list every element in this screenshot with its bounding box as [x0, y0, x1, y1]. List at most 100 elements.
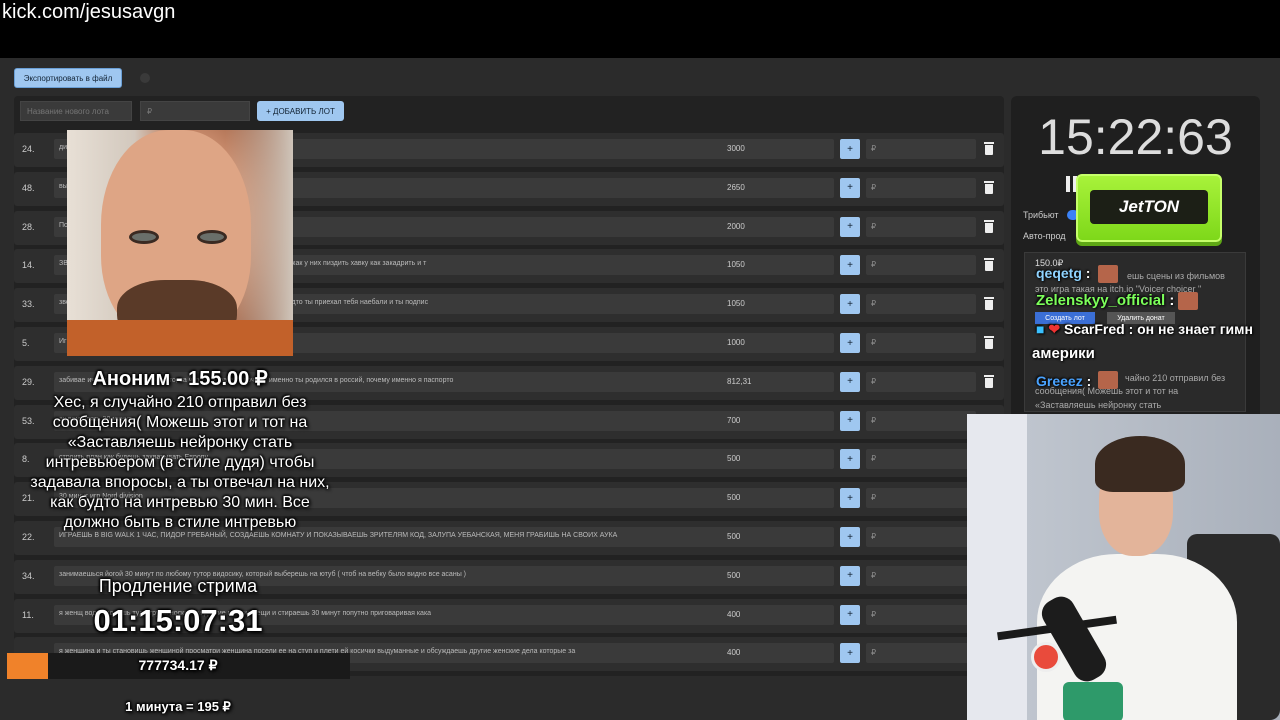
- jetton-sponsor-badge: JetTON: [1076, 174, 1222, 242]
- lot-amount-input[interactable]: 1050: [722, 255, 834, 276]
- eye: [129, 230, 159, 244]
- eye: [197, 230, 227, 244]
- guest-webcam: [67, 130, 293, 356]
- trash-icon[interactable]: [984, 142, 994, 155]
- lot-amount-input[interactable]: 500: [722, 488, 834, 509]
- add-amount-input[interactable]: ₽: [866, 604, 976, 625]
- add-amount-button[interactable]: +: [840, 294, 860, 315]
- new-lot-name-input[interactable]: [20, 101, 132, 121]
- extension-timer: 01:15:07:31: [93, 603, 263, 638]
- lot-amount-input[interactable]: 500: [722, 449, 834, 470]
- lot-number: 24.: [22, 144, 35, 154]
- lot-amount-input[interactable]: 812,31: [722, 371, 834, 392]
- extension-progress-fill: [7, 653, 49, 679]
- lot-number: 48.: [22, 182, 35, 193]
- add-amount-input[interactable]: ₽: [866, 216, 976, 237]
- add-amount-input[interactable]: ₽: [866, 333, 976, 353]
- extension-label: Продление стрима: [98, 576, 258, 596]
- donation-text-5: «Заставляешь нейронку стать: [1035, 400, 1162, 410]
- add-amount-button[interactable]: +: [840, 177, 860, 198]
- donation-alert-message: Хес, я случайно 210 отправил без сообщен…: [30, 394, 330, 531]
- trash-icon[interactable]: [984, 219, 994, 233]
- add-amount-input[interactable]: ₽: [866, 449, 976, 470]
- lot-amount-input[interactable]: 1000: [722, 333, 834, 353]
- add-amount-input[interactable]: ₽: [866, 410, 976, 431]
- lot-amount-input[interactable]: 700: [722, 410, 834, 431]
- lot-number: 11.: [22, 609, 34, 620]
- trash-icon[interactable]: [984, 258, 994, 272]
- add-amount-input[interactable]: ₽: [866, 177, 976, 198]
- chat-message: Greeez :: [1036, 373, 1092, 389]
- add-amount-button[interactable]: +: [840, 333, 860, 353]
- trash-icon[interactable]: [984, 374, 994, 388]
- lot-amount-input[interactable]: 500: [722, 565, 834, 586]
- stream-frame: kick.com/jesusavgn Экспортировать в файл…: [0, 0, 1280, 720]
- shirt: [67, 320, 293, 356]
- streamer-hair: [1095, 436, 1185, 492]
- add-amount-button[interactable]: +: [840, 139, 860, 159]
- extension-total: 777734.17 ₽: [138, 657, 218, 673]
- add-amount-input[interactable]: ₽: [866, 565, 976, 586]
- donation-text-3: чайно 210 отправил без: [1125, 373, 1226, 383]
- add-amount-button[interactable]: +: [840, 565, 860, 586]
- chat-message: qeqetg :: [1036, 265, 1091, 281]
- add-amount-button[interactable]: +: [840, 449, 860, 470]
- lot-amount-input[interactable]: 400: [722, 643, 834, 664]
- trash-icon[interactable]: [984, 180, 994, 194]
- lot-number: 14.: [22, 260, 35, 271]
- trash-icon[interactable]: [984, 297, 994, 311]
- cup: [1063, 682, 1123, 720]
- chat-username: Zelenskyy_official: [1036, 292, 1166, 309]
- auto-extend-label: Авто-прод: [1023, 231, 1066, 241]
- extension-rate: 1 минута = 195 ₽: [125, 699, 231, 714]
- heart-icon: ❤: [1048, 321, 1061, 337]
- badge-icon: ■: [1036, 321, 1045, 337]
- add-amount-button[interactable]: +: [840, 216, 860, 237]
- lot-number: 22.: [22, 532, 35, 542]
- channel-url: kick.com/jesusavgn: [2, 1, 176, 23]
- tribute-label: Трибьют: [1023, 210, 1059, 220]
- add-amount-input[interactable]: ₽: [866, 294, 976, 315]
- chat-username: ScarFred: [1063, 321, 1125, 337]
- lot-amount-input[interactable]: 500: [722, 527, 834, 547]
- add-amount-button[interactable]: +: [840, 410, 860, 431]
- emote-icon: [1098, 371, 1118, 389]
- jetton-logo: JetTON: [1090, 190, 1208, 224]
- lot-amount-input[interactable]: 400: [722, 604, 834, 625]
- new-lot-price-input[interactable]: [140, 101, 250, 121]
- lot-amount-input[interactable]: 1050: [722, 294, 834, 315]
- chat-username: Greeez: [1036, 373, 1083, 389]
- lot-number: 34.: [22, 570, 35, 581]
- lot-number: 5.: [22, 338, 30, 348]
- export-button[interactable]: Экспортировать в файл: [14, 68, 122, 88]
- trash-icon[interactable]: [984, 336, 994, 349]
- chat-message-continued: америки: [1032, 345, 1095, 362]
- add-amount-input[interactable]: ₽: [866, 139, 976, 159]
- add-amount-input[interactable]: ₽: [866, 643, 976, 664]
- add-amount-input[interactable]: ₽: [866, 527, 976, 547]
- add-amount-button[interactable]: +: [840, 488, 860, 509]
- pause-icon[interactable]: [1066, 176, 1070, 192]
- add-amount-button[interactable]: +: [840, 643, 860, 664]
- emote-icon: [1178, 292, 1198, 310]
- add-amount-button[interactable]: +: [840, 527, 860, 547]
- lot-number: 28.: [22, 221, 35, 232]
- add-lot-button[interactable]: + ДОБАВИТЬ ЛОТ: [257, 101, 344, 121]
- emote-icon: [1098, 265, 1118, 283]
- lot-amount-input[interactable]: 3000: [722, 139, 834, 159]
- lot-number: 29.: [22, 376, 35, 387]
- add-amount-button[interactable]: +: [840, 255, 860, 276]
- lot-amount-input[interactable]: 2650: [722, 177, 834, 198]
- add-amount-input[interactable]: ₽: [866, 488, 976, 509]
- lot-number: 33.: [22, 299, 35, 310]
- donation-text-1: ешь сцены из фильмов: [1127, 271, 1225, 281]
- streamer-webcam: [967, 414, 1280, 720]
- lot-amount-input[interactable]: 2000: [722, 216, 834, 237]
- chat-message: Zelenskyy_official :: [1036, 292, 1175, 309]
- add-amount-button[interactable]: +: [840, 604, 860, 625]
- auction-timer: 15:22:63: [1038, 109, 1233, 165]
- add-amount-input[interactable]: ₽: [866, 371, 976, 392]
- donation-alert-title: Аноним - 155.00 ₽: [92, 368, 268, 390]
- add-amount-button[interactable]: +: [840, 371, 860, 392]
- add-amount-input[interactable]: ₽: [866, 255, 976, 276]
